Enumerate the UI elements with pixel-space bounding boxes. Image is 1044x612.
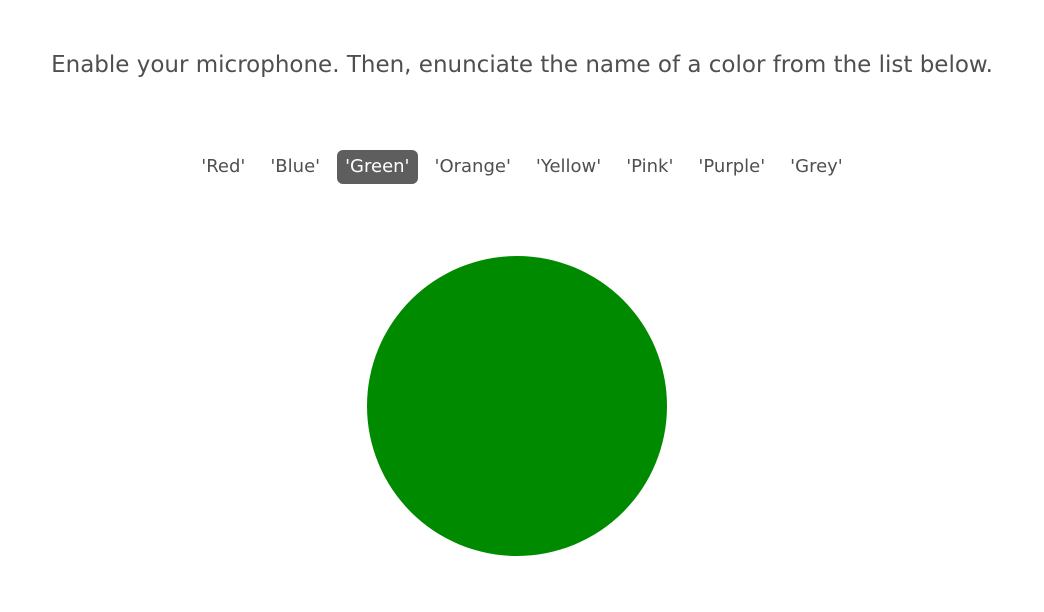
color-option-yellow[interactable]: 'Yellow' [528, 150, 609, 184]
color-option-grey[interactable]: 'Grey' [782, 150, 851, 184]
color-option-green[interactable]: 'Green' [337, 150, 418, 184]
color-circle [367, 256, 667, 556]
instructions-text: Enable your microphone. Then, enunciate … [51, 52, 993, 78]
color-option-purple[interactable]: 'Purple' [690, 150, 773, 184]
color-option-red[interactable]: 'Red' [193, 150, 253, 184]
color-option-blue[interactable]: 'Blue' [262, 150, 328, 184]
color-list: 'Red' 'Blue' 'Green' 'Orange' 'Yellow' '… [0, 150, 1044, 184]
color-option-orange[interactable]: 'Orange' [427, 150, 519, 184]
color-option-pink[interactable]: 'Pink' [618, 150, 681, 184]
